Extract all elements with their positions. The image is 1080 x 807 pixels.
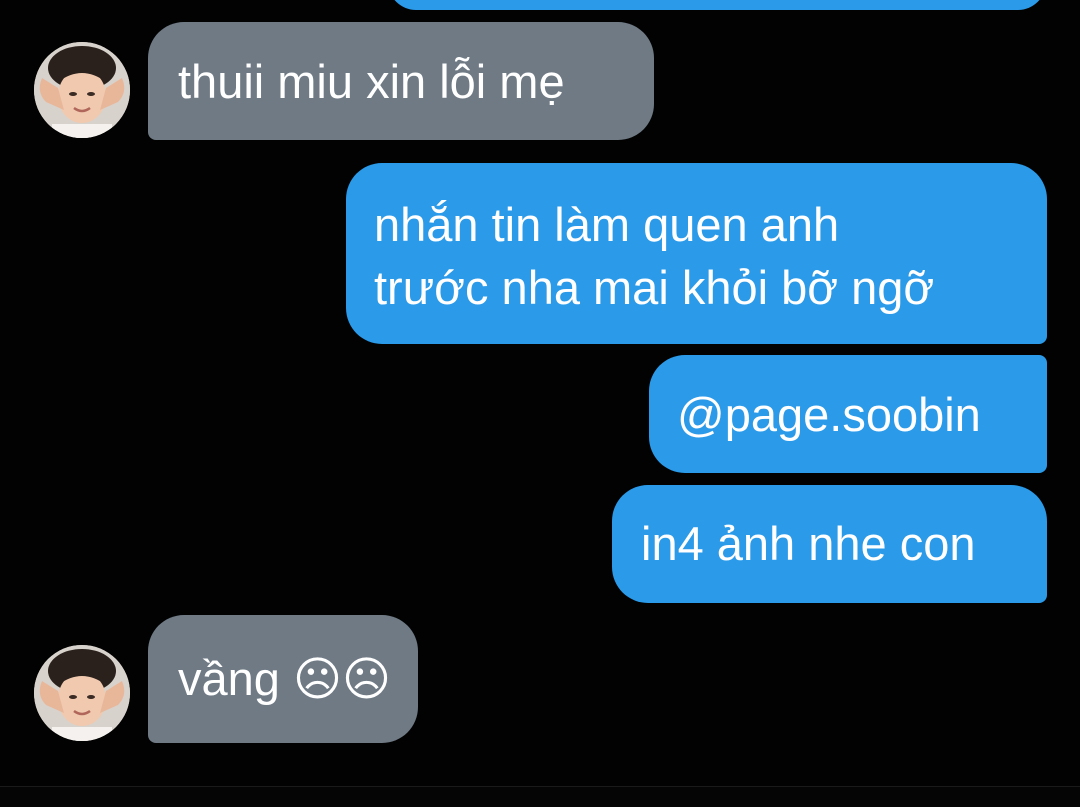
message-text: in4 ảnh nhe con bbox=[641, 517, 976, 570]
chat-thread: thuii miu xin lỗi mẹ nhắn tin làm quen a… bbox=[0, 0, 1080, 807]
message-text: thuii miu xin lỗi mẹ bbox=[178, 55, 565, 108]
message-bubble-outgoing[interactable]: nhắn tin làm quen anh trước nha mai khỏi… bbox=[346, 163, 1047, 344]
contact-avatar-icon[interactable] bbox=[34, 42, 130, 138]
contact-avatar-icon[interactable] bbox=[34, 645, 130, 741]
mention-link[interactable]: @page.soobin bbox=[677, 388, 981, 441]
message-bubble-outgoing[interactable]: in4 ảnh nhe con bbox=[612, 485, 1047, 603]
message-text-line-2: trước nha mai khỏi bỡ ngỡ bbox=[374, 261, 935, 314]
message-bubble-incoming[interactable]: thuii miu xin lỗi mẹ bbox=[148, 22, 654, 140]
avatar-photo-icon bbox=[34, 645, 130, 741]
message-bubble-incoming[interactable]: vầng ☹☹ bbox=[148, 615, 418, 743]
message-text: vầng ☹☹ bbox=[178, 652, 391, 705]
message-bubble-outgoing-mention[interactable]: @page.soobin bbox=[649, 355, 1047, 473]
message-text-line-1: nhắn tin làm quen anh bbox=[374, 198, 840, 251]
composer-edge bbox=[0, 786, 1080, 807]
avatar-photo-icon bbox=[34, 42, 130, 138]
message-bubble-previous[interactable] bbox=[388, 0, 1046, 10]
